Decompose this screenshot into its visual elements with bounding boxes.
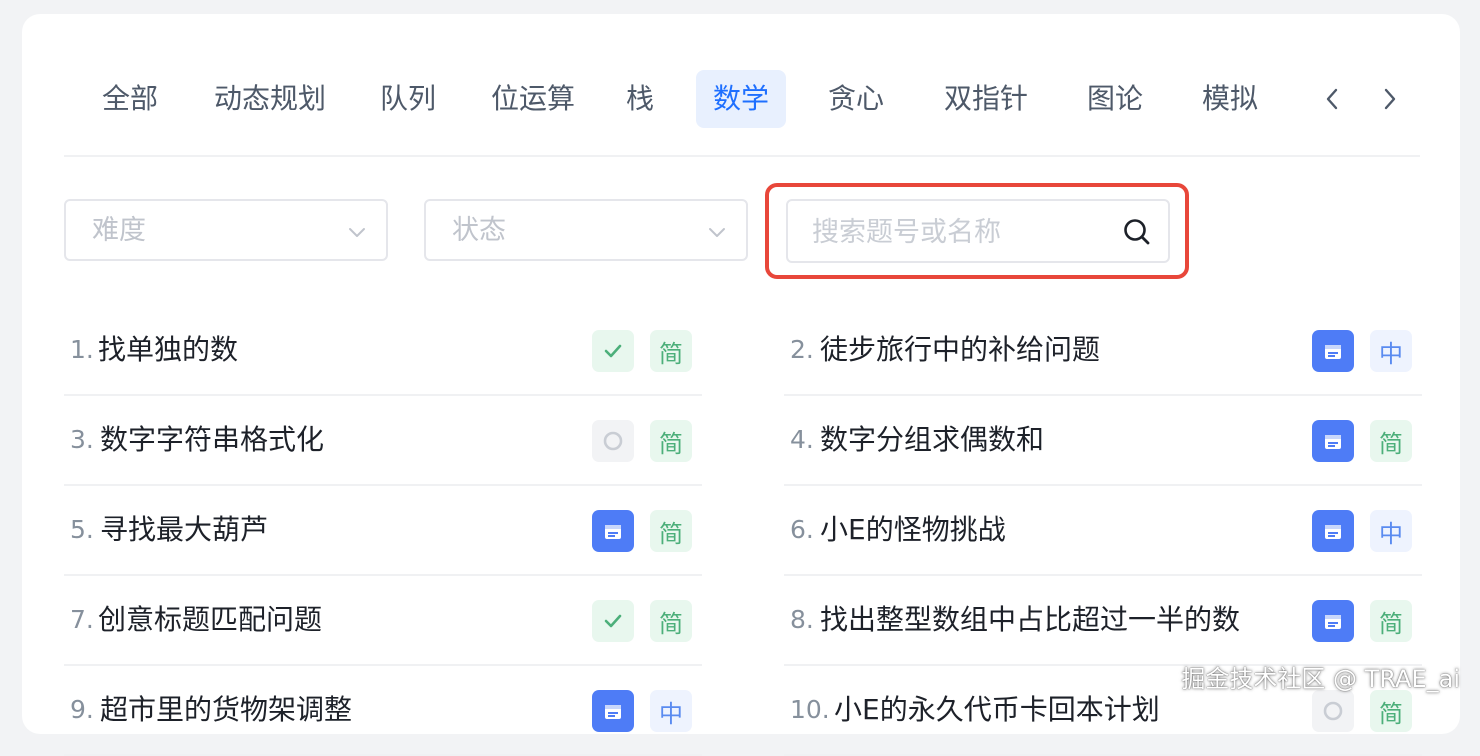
tab-graph[interactable]: 图论 — [1070, 70, 1160, 128]
difficulty-badge: 简 — [650, 330, 692, 372]
difficulty-badge: 中 — [1370, 330, 1412, 372]
problem-number: 10. — [790, 695, 830, 724]
difficulty-badge: 简 — [650, 420, 692, 462]
problem-title: 数字字符串格式化 — [100, 423, 325, 456]
problem-title: 超市里的货物架调整 — [100, 693, 353, 726]
difficulty-badge: 简 — [1370, 690, 1412, 732]
difficulty-badge: 简 — [1370, 600, 1412, 642]
problem-title: 找单独的数 — [98, 333, 239, 366]
difficulty-placeholder: 难度 — [92, 215, 146, 246]
tab-queue[interactable]: 队列 — [362, 70, 454, 128]
tab-math[interactable]: 数学 — [696, 70, 786, 128]
chevron-right-icon — [1384, 88, 1396, 110]
calendar-icon — [592, 690, 634, 732]
check-icon — [592, 600, 634, 642]
problem-title: 小E的怪物挑战 — [820, 513, 1006, 546]
chevron-down-icon — [709, 228, 725, 237]
difficulty-badge: 中 — [650, 690, 692, 732]
calendar-icon — [1312, 600, 1354, 642]
tab-greedy[interactable]: 贪心 — [808, 70, 904, 128]
status-placeholder: 状态 — [452, 215, 506, 246]
search-input[interactable] — [810, 209, 1114, 255]
difficulty-badge: 简 — [650, 600, 692, 642]
problem-number: 1. — [70, 335, 94, 364]
problem-row[interactable]: 6. 小E的怪物挑战 中 — [784, 486, 1422, 576]
tab-simulation[interactable]: 模拟 — [1184, 70, 1276, 128]
problem-title: 小E的永久代币卡回本计划 — [834, 693, 1160, 726]
problem-row[interactable]: 2. 徒步旅行中的补给问题 中 — [784, 306, 1422, 396]
search-icon[interactable] — [1122, 217, 1152, 247]
problem-number: 3. — [70, 425, 94, 454]
check-icon — [592, 330, 634, 372]
calendar-icon — [592, 510, 634, 552]
watermark: 掘金技术社区 @ TRAE_ai — [1181, 665, 1460, 693]
tab-bit-operations[interactable]: 位运算 — [474, 70, 592, 128]
problem-row[interactable]: 8. 找出整型数组中占比超过一半的数 简 — [784, 576, 1422, 666]
search-box — [786, 199, 1170, 263]
problem-title: 找出整型数组中占比超过一半的数 — [820, 603, 1241, 636]
problem-row[interactable]: 3. 数字字符串格式化 简 — [64, 396, 702, 486]
calendar-icon — [1312, 420, 1354, 462]
tab-dynamic-programming[interactable]: 动态规划 — [196, 70, 344, 128]
problem-row[interactable]: 9. 超市里的货物架调整 中 — [64, 666, 702, 756]
tab-two-pointers[interactable]: 双指针 — [924, 70, 1048, 128]
circle-icon — [1312, 690, 1354, 732]
problem-number: 6. — [790, 515, 814, 544]
tab-stack[interactable]: 栈 — [608, 70, 672, 128]
problem-number: 7. — [70, 605, 94, 634]
problem-row[interactable]: 4. 数字分组求偶数和 简 — [784, 396, 1422, 486]
problem-number: 9. — [70, 695, 94, 724]
problem-number: 4. — [790, 425, 814, 454]
tabs-next-button[interactable] — [1370, 70, 1410, 128]
problem-title: 数字分组求偶数和 — [820, 423, 1045, 456]
tabs-divider — [64, 155, 1420, 157]
problem-number: 2. — [790, 335, 814, 364]
problem-number: 8. — [790, 605, 814, 634]
circle-icon — [592, 420, 634, 462]
difficulty-select[interactable]: 难度 — [64, 199, 388, 261]
status-select[interactable]: 状态 — [424, 199, 748, 261]
problem-title: 创意标题匹配问题 — [98, 603, 323, 636]
category-tabs: 全部 动态规划 队列 位运算 栈 数学 贪心 双指针 图论 模拟 — [78, 70, 1468, 128]
difficulty-badge: 简 — [650, 510, 692, 552]
problem-number: 5. — [70, 515, 94, 544]
tabs-prev-button[interactable] — [1312, 70, 1352, 128]
calendar-icon — [1312, 330, 1354, 372]
tab-all[interactable]: 全部 — [80, 70, 180, 128]
difficulty-badge: 简 — [1370, 420, 1412, 462]
difficulty-badge: 中 — [1370, 510, 1412, 552]
problem-title: 徒步旅行中的补给问题 — [820, 333, 1101, 366]
problem-row[interactable]: 7. 创意标题匹配问题 简 — [64, 576, 702, 666]
chevron-down-icon — [349, 228, 365, 237]
problem-row[interactable]: 1. 找单独的数 简 — [64, 306, 702, 396]
problem-row[interactable]: 5. 寻找最大葫芦 简 — [64, 486, 702, 576]
problem-title: 寻找最大葫芦 — [100, 513, 269, 546]
chevron-left-icon — [1326, 88, 1338, 110]
calendar-icon — [1312, 510, 1354, 552]
